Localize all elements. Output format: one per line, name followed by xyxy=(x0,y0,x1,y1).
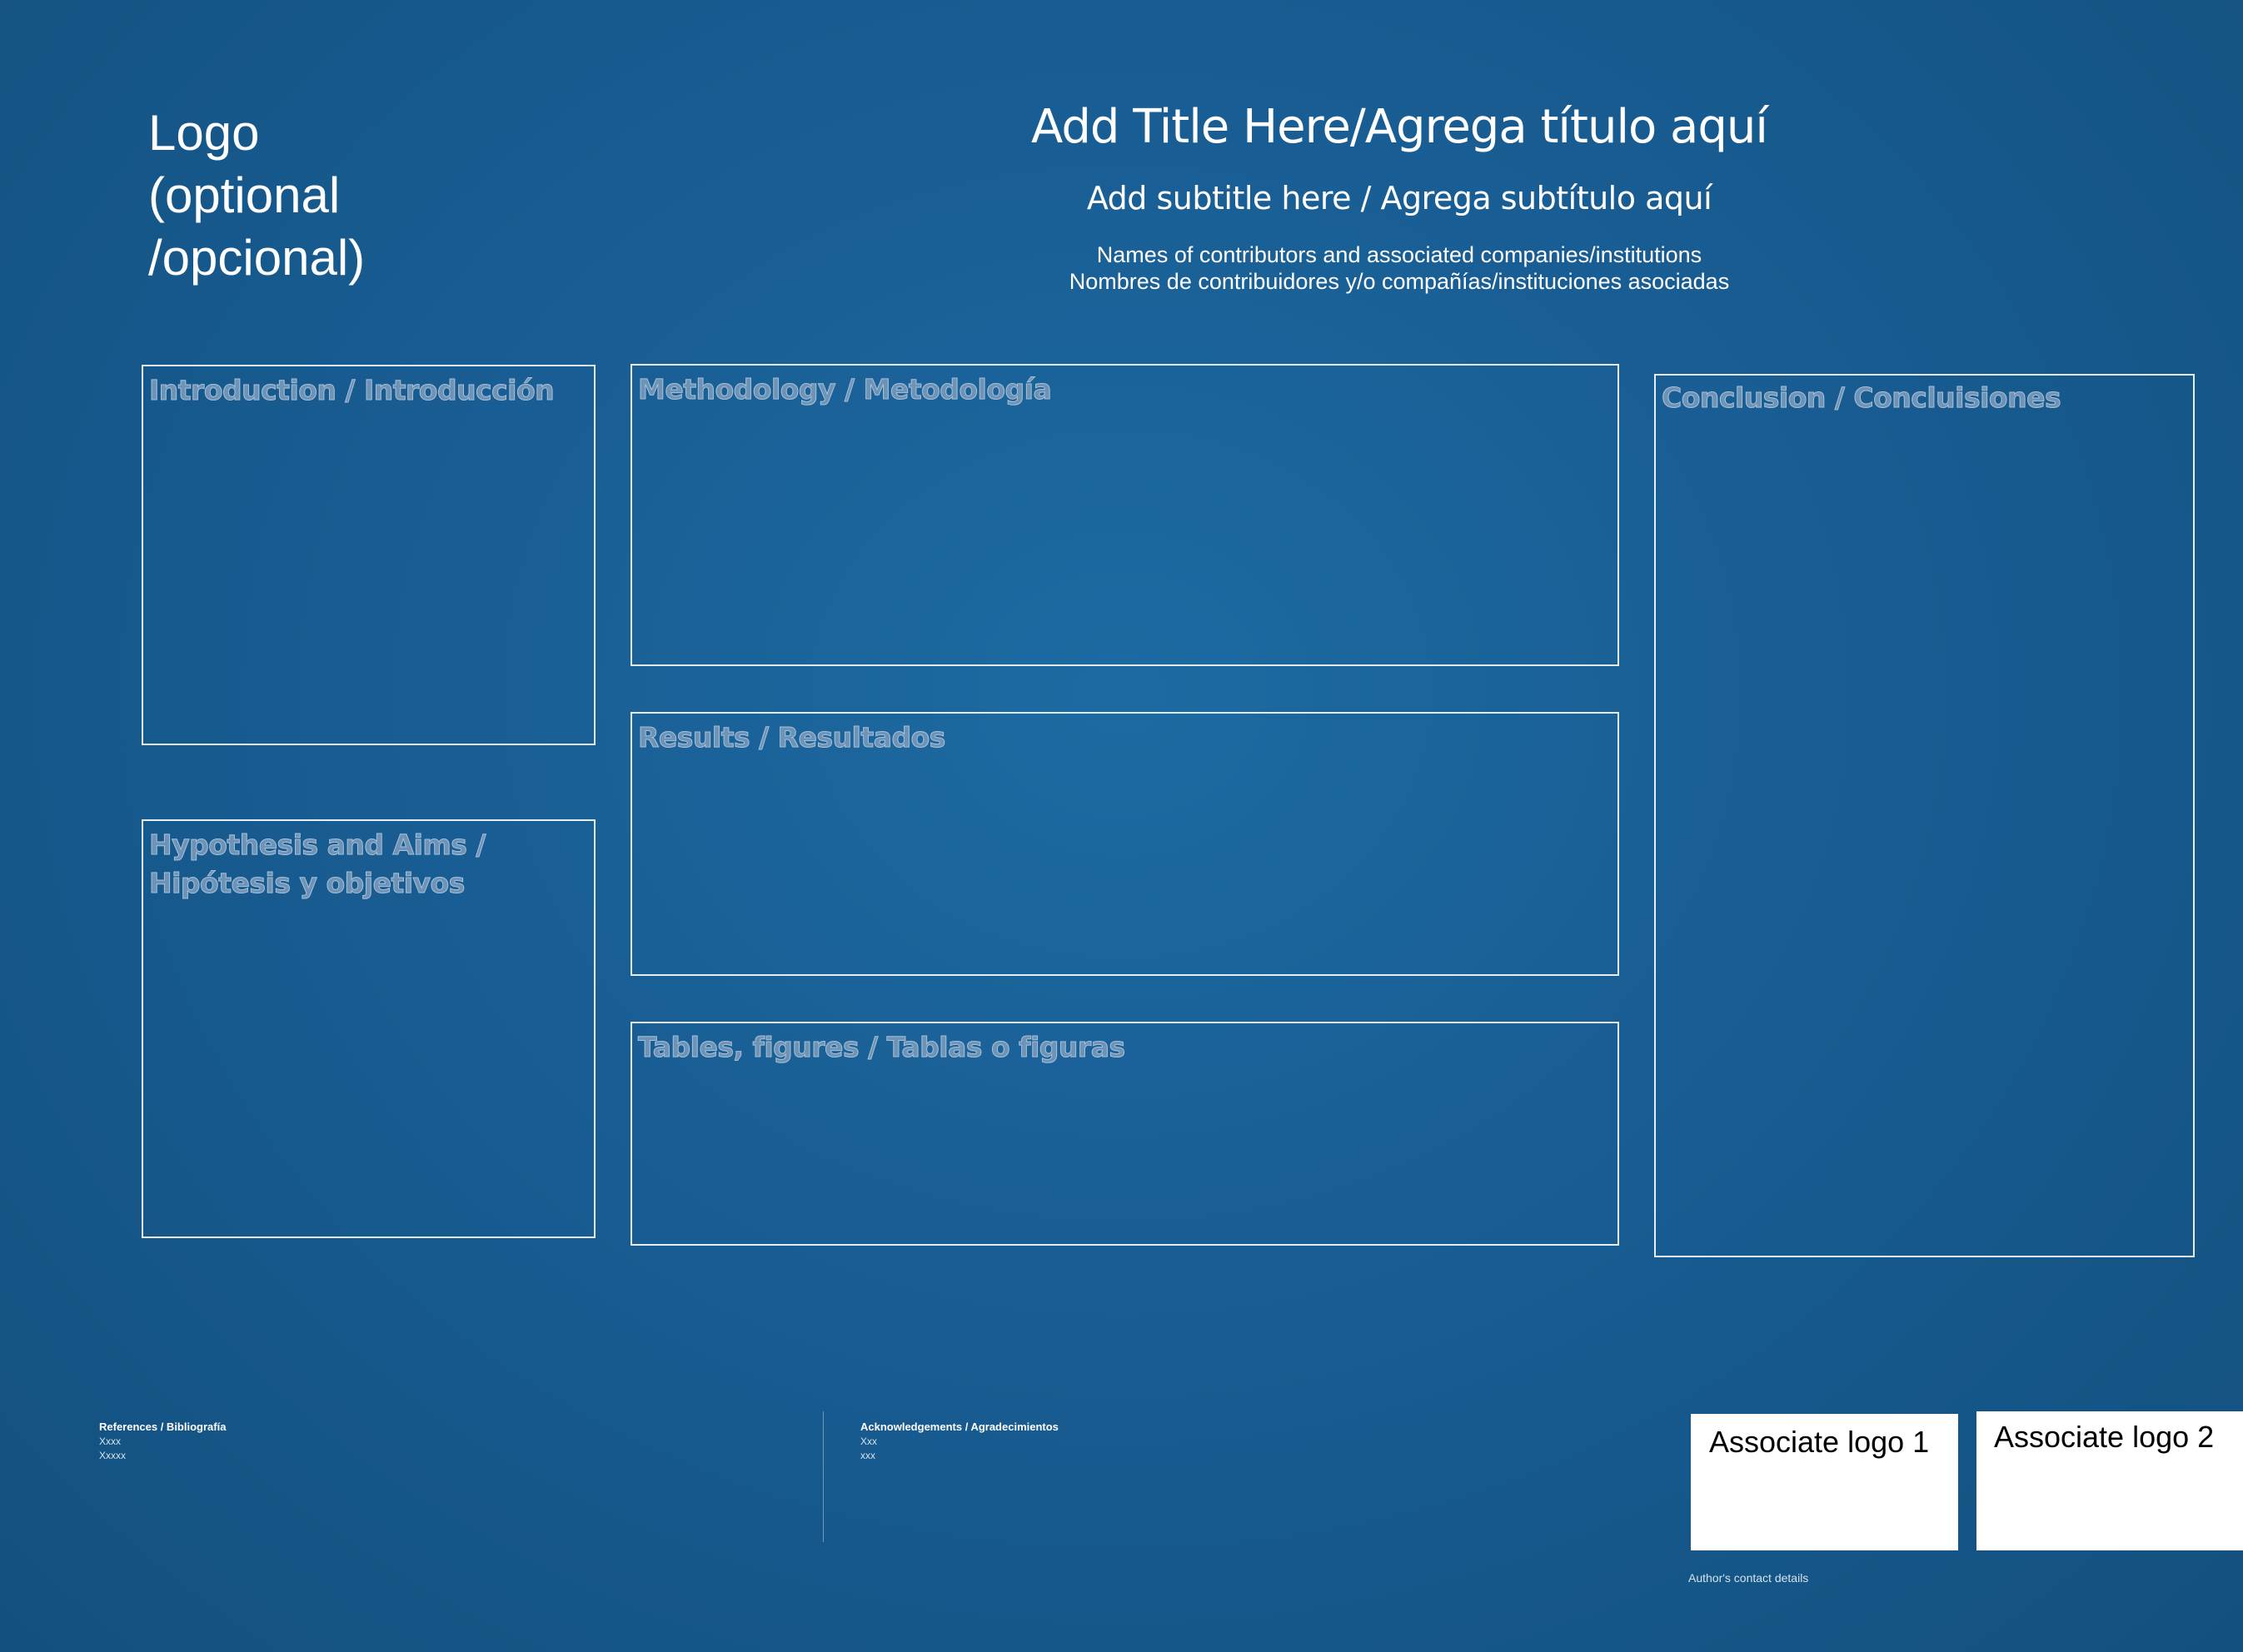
acknowledgement-item: Xxx xyxy=(860,1436,878,1447)
acknowledgements-section: Acknowledgements / Agradecimientos Xxx x… xyxy=(860,1420,1059,1463)
logo-line: /opcional) xyxy=(148,230,366,286)
reference-item: Xxxxx xyxy=(99,1450,127,1461)
results-heading: Results / Resultados xyxy=(638,721,946,754)
reference-item: Xxxx xyxy=(99,1436,122,1447)
author-contact-details: Author's contact details xyxy=(1688,1571,1809,1585)
results-box: Results / Resultados xyxy=(631,712,1619,976)
references-section: References / Bibliografía Xxxx Xxxxx xyxy=(99,1420,226,1463)
references-heading: References / Bibliografía xyxy=(99,1421,227,1433)
introduction-box: Introduction / Introducción xyxy=(142,365,596,745)
logo-placeholder: Logo (optional /opcional) xyxy=(148,102,365,289)
hypothesis-heading: Hypothesis and Aims / Hipótesis y objeti… xyxy=(149,828,486,900)
introduction-heading: Introduction / Introducción xyxy=(149,374,556,407)
acknowledgements-heading: Acknowledgements / Agradecimientos xyxy=(860,1421,1059,1433)
logo-line: Logo xyxy=(148,105,260,161)
poster-title: Add Title Here/Agrega título aquí xyxy=(1031,100,1768,154)
contributors-line: Nombres de contribuidores y/o compañías/… xyxy=(1069,269,1730,294)
contributors: Names of contributors and associated com… xyxy=(833,241,1966,295)
methodology-heading: Methodology / Metodología xyxy=(638,373,1053,406)
conclusion-heading: Conclusion / Concluisiones xyxy=(1662,381,2062,415)
acknowledgement-item: xxx xyxy=(860,1450,875,1461)
logo-line: (optional xyxy=(148,167,341,223)
footer-divider xyxy=(823,1411,824,1542)
poster-subtitle: Add subtitle here / Agrega subtítulo aqu… xyxy=(1086,180,1712,216)
methodology-box: Methodology / Metodología xyxy=(631,364,1619,666)
associate-logo-2: Associate logo 2 xyxy=(1976,1411,2243,1550)
tables-figures-heading: Tables, figures / Tablas o figuras xyxy=(638,1031,1126,1064)
tables-figures-box: Tables, figures / Tablas o figuras xyxy=(631,1022,1619,1246)
hypothesis-box: Hypothesis and Aims / Hipótesis y objeti… xyxy=(142,819,596,1238)
contributors-line: Names of contributors and associated com… xyxy=(1096,242,1702,267)
conclusion-box: Conclusion / Concluisiones xyxy=(1654,374,2195,1257)
associate-logo-1: Associate logo 1 xyxy=(1691,1414,1958,1550)
